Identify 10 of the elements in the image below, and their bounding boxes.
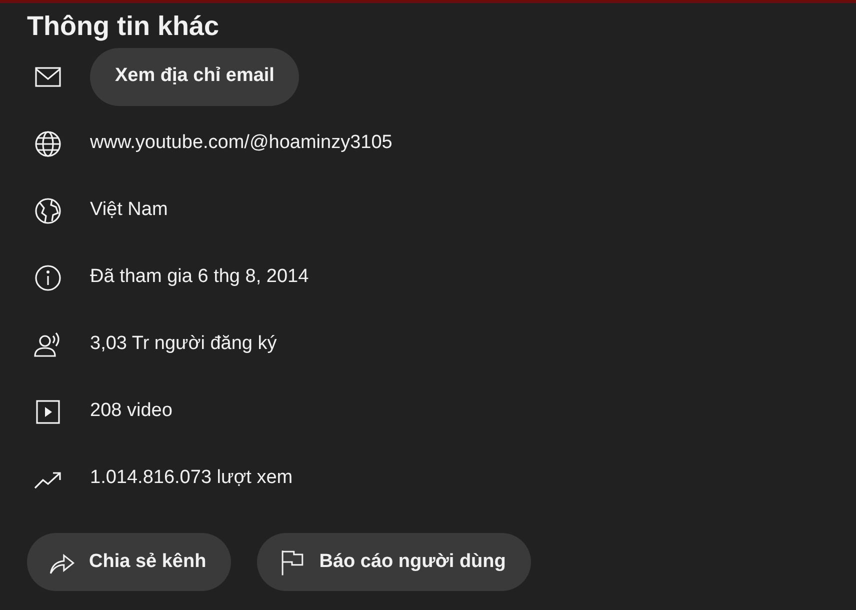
share-channel-button[interactable]: Chia sẻ kênh <box>27 533 232 591</box>
section-title: Thông tin khác <box>27 10 220 43</box>
info-text: 1.014.816.073 lượt xem <box>90 466 293 490</box>
info-text: Việt Nam <box>90 198 168 222</box>
info-text: 208 video <box>90 399 172 424</box>
info-text: Đã tham gia 6 thg 8, 2014 <box>90 265 309 290</box>
info-text: 3,03 Tr người đăng ký <box>90 332 277 356</box>
channel-link[interactable]: www.youtube.com/@hoaminzy3105 <box>90 129 392 158</box>
view-email-button[interactable]: Xem địa chỉ email <box>90 48 300 106</box>
report-user-button[interactable]: Báo cáo người dùng <box>257 533 531 591</box>
